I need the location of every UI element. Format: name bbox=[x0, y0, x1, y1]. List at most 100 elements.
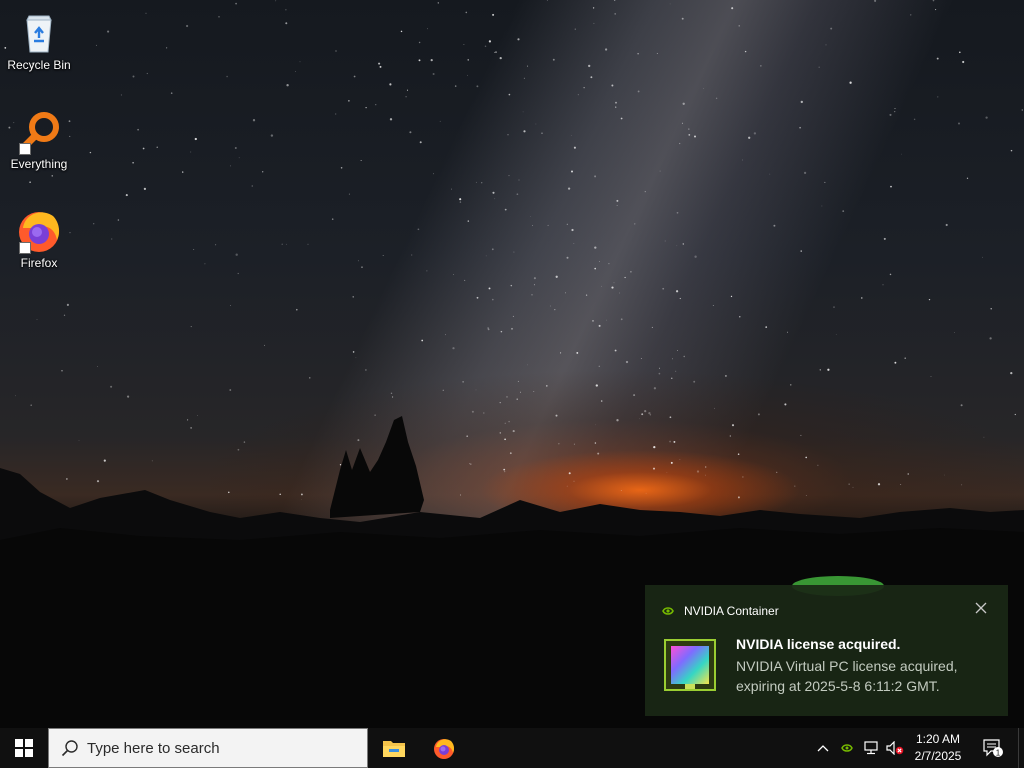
star bbox=[620, 117, 623, 120]
star bbox=[653, 387, 657, 390]
star bbox=[494, 198, 496, 200]
star bbox=[475, 181, 477, 183]
star bbox=[611, 286, 614, 289]
star bbox=[63, 314, 66, 316]
star bbox=[348, 100, 350, 102]
star bbox=[769, 173, 771, 175]
star bbox=[454, 85, 457, 87]
tray-nvidia[interactable] bbox=[836, 728, 858, 768]
star bbox=[1010, 371, 1013, 375]
star bbox=[357, 260, 359, 262]
star bbox=[286, 84, 289, 87]
notification-body: NVIDIA Virtual PC license acquired, expi… bbox=[736, 658, 958, 694]
star bbox=[475, 389, 477, 391]
star bbox=[186, 24, 189, 28]
close-icon[interactable] bbox=[974, 601, 988, 615]
star bbox=[731, 7, 734, 10]
notification-toast[interactable]: NVIDIA Container NVIDIA license acquired… bbox=[645, 585, 1008, 716]
star bbox=[237, 272, 239, 275]
star bbox=[527, 65, 529, 67]
star bbox=[335, 113, 337, 115]
star bbox=[110, 385, 113, 388]
star bbox=[773, 224, 776, 227]
star bbox=[156, 146, 158, 148]
star bbox=[712, 304, 714, 306]
star bbox=[738, 25, 740, 27]
star bbox=[432, 72, 435, 76]
star bbox=[669, 3, 671, 5]
star bbox=[285, 22, 288, 25]
star bbox=[594, 267, 596, 270]
desktop-icon-firefox[interactable]: Firefox bbox=[2, 202, 76, 290]
notification-count-badge: 1 bbox=[996, 748, 1001, 757]
taskbar-clock[interactable]: 1:20 AM 2/7/2025 bbox=[905, 728, 971, 768]
star bbox=[606, 319, 607, 321]
star bbox=[889, 113, 892, 116]
star bbox=[573, 243, 575, 245]
star bbox=[930, 376, 932, 378]
star bbox=[616, 199, 619, 202]
star bbox=[365, 369, 367, 371]
star bbox=[703, 88, 705, 89]
star bbox=[910, 14, 912, 16]
star bbox=[506, 396, 508, 398]
desktop: Recycle Bin Everything Firefox NVIDIA Co… bbox=[0, 0, 1024, 728]
star bbox=[491, 248, 494, 251]
star bbox=[620, 318, 623, 321]
star bbox=[182, 171, 184, 173]
windows-logo-icon bbox=[15, 739, 33, 757]
star bbox=[95, 44, 97, 46]
star bbox=[459, 198, 462, 201]
star bbox=[390, 392, 393, 395]
star bbox=[137, 128, 139, 131]
star bbox=[499, 56, 502, 60]
star bbox=[590, 76, 593, 79]
show-hidden-icons-button[interactable] bbox=[812, 728, 834, 768]
star bbox=[533, 390, 535, 392]
taskbar-search-box[interactable] bbox=[48, 728, 368, 768]
star bbox=[500, 330, 503, 333]
everything-search-icon bbox=[15, 107, 63, 155]
star bbox=[495, 51, 497, 53]
desktop-icon-everything[interactable]: Everything bbox=[2, 103, 76, 191]
star bbox=[365, 106, 367, 109]
star bbox=[945, 223, 948, 227]
nvidia-icon bbox=[662, 607, 674, 615]
start-button[interactable] bbox=[0, 728, 48, 768]
star bbox=[571, 228, 574, 232]
star bbox=[527, 364, 528, 366]
star bbox=[601, 285, 602, 287]
star bbox=[125, 194, 128, 197]
star bbox=[982, 256, 983, 258]
star bbox=[760, 65, 762, 67]
star bbox=[437, 2, 439, 4]
taskbar-app-file-explorer[interactable] bbox=[370, 728, 418, 768]
search-icon bbox=[61, 740, 78, 757]
star bbox=[522, 111, 524, 113]
star bbox=[111, 238, 113, 240]
star bbox=[676, 211, 679, 214]
star bbox=[598, 260, 600, 262]
tray-network[interactable] bbox=[860, 728, 882, 768]
star bbox=[530, 215, 531, 217]
star bbox=[488, 40, 492, 43]
star bbox=[800, 100, 803, 104]
star bbox=[89, 151, 92, 154]
show-desktop-button[interactable] bbox=[1018, 728, 1024, 768]
search-input[interactable] bbox=[87, 739, 347, 757]
star bbox=[132, 75, 135, 78]
star bbox=[145, 12, 147, 14]
star bbox=[439, 120, 441, 122]
action-center-button[interactable]: 1 bbox=[978, 728, 1008, 768]
star bbox=[894, 110, 896, 113]
star bbox=[476, 85, 479, 88]
star bbox=[531, 225, 533, 226]
star bbox=[904, 357, 906, 359]
firefox-icon bbox=[15, 206, 63, 254]
star bbox=[541, 132, 543, 134]
taskbar-app-firefox[interactable] bbox=[420, 728, 468, 768]
tray-volume[interactable] bbox=[884, 728, 906, 768]
star bbox=[555, 275, 558, 278]
star bbox=[842, 210, 845, 212]
desktop-icon-recycle-bin[interactable]: Recycle Bin bbox=[2, 4, 76, 92]
